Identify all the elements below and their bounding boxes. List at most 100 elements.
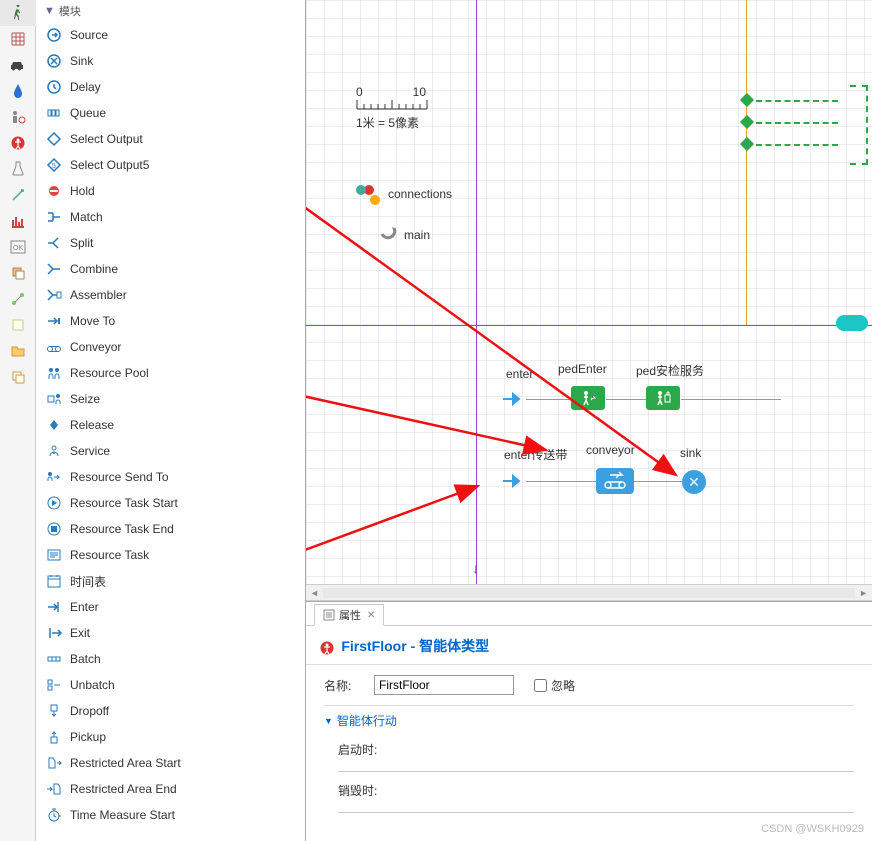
tool-layers-icon[interactable] <box>0 260 36 286</box>
palette-item-sink[interactable]: Sink <box>36 48 305 74</box>
palette-item-service[interactable]: Service <box>36 438 305 464</box>
tool-flask-icon[interactable] <box>0 156 36 182</box>
canvas[interactable]: ↓ 010 1米 = 5像素 connections <box>306 0 872 601</box>
pedsecurity-node[interactable] <box>646 386 680 410</box>
palette-item-hold[interactable]: Hold <box>36 178 305 204</box>
palette-item-enter[interactable]: Enter <box>36 594 305 620</box>
service-icon <box>46 443 62 459</box>
agent-type-icon <box>320 641 334 655</box>
palette-item-label: Time Measure Start <box>70 808 175 822</box>
tool-accessibility-icon[interactable] <box>0 130 36 156</box>
conveyor-node[interactable] <box>596 468 634 494</box>
resource-send-to-icon <box>46 469 62 485</box>
tool-drop-icon[interactable] <box>0 78 36 104</box>
watermark: CSDN @WSKH0929 <box>761 823 864 835</box>
destroy-label: 销毁时: <box>338 782 854 799</box>
conveyor-icon <box>46 339 62 355</box>
palette-item-resource-send-to[interactable]: Resource Send To <box>36 464 305 490</box>
tool-copy-icon[interactable] <box>0 364 36 390</box>
tool-note-icon[interactable] <box>0 312 36 338</box>
tool-connector-icon[interactable] <box>0 286 36 312</box>
section-agent-actions[interactable]: ▼ 智能体行动 <box>324 705 854 735</box>
startup-label: 启动时: <box>338 741 854 758</box>
pedenter-label: pedEnter <box>558 362 607 376</box>
palette-item-combine[interactable]: Combine <box>36 256 305 282</box>
palette-item-assembler[interactable]: Assembler <box>36 282 305 308</box>
palette-item-delay[interactable]: Delay <box>36 74 305 100</box>
palette-item-dropoff[interactable]: Dropoff <box>36 698 305 724</box>
marker-diamond <box>740 137 754 151</box>
palette-item-label: Resource Pool <box>70 366 149 380</box>
pedenter-node[interactable] <box>571 386 605 410</box>
ignore-checkbox[interactable] <box>534 679 547 692</box>
palette-item-release[interactable]: Release <box>36 412 305 438</box>
palette-item-select-output[interactable]: Select Output <box>36 126 305 152</box>
palette-item-time-measure-start[interactable]: Time Measure Start <box>36 802 305 828</box>
tab-properties[interactable]: 属性 ✕ <box>314 604 384 626</box>
palette-item-pickup[interactable]: Pickup <box>36 724 305 750</box>
palette-item-label: Enter <box>70 600 99 614</box>
tool-vector-icon[interactable] <box>0 182 36 208</box>
scroll-left-icon[interactable]: ◄ <box>306 588 323 598</box>
sink-node[interactable]: ✕ <box>682 470 706 494</box>
tool-walk-icon[interactable] <box>0 0 36 26</box>
palette-panel: ▼ 模块 SourceSink Delay QueueSelect Output5S… <box>36 0 306 841</box>
palette-item-select-output5[interactable]: 5Select Output5 <box>36 152 305 178</box>
palette-item-seize[interactable]: Seize <box>36 386 305 412</box>
scale-ruler: 010 1米 = 5像素 <box>356 85 430 131</box>
select-output-icon <box>46 131 62 147</box>
horizontal-scrollbar[interactable]: ◄ ► <box>306 584 872 600</box>
ignore-checkbox-label[interactable]: 忽略 <box>534 677 575 694</box>
tool-car-icon[interactable] <box>0 52 36 78</box>
assembler-icon <box>46 287 62 303</box>
palette-group-header[interactable]: ▼ 模块 <box>36 0 305 22</box>
annotation-arrow <box>306 480 486 601</box>
enter-icon <box>46 599 62 615</box>
startup-input[interactable] <box>338 764 854 772</box>
tool-chart-icon[interactable] <box>0 208 36 234</box>
palette-item-label: Conveyor <box>70 340 121 354</box>
palette-group-label: 模块 <box>59 3 81 19</box>
tool-folder-icon[interactable] <box>0 338 36 364</box>
palette-item-source[interactable]: Source <box>36 22 305 48</box>
palette-item-queue[interactable]: Queue <box>36 100 305 126</box>
main-node[interactable] <box>378 226 398 247</box>
exit-icon <box>46 625 62 641</box>
palette-item-restricted-area-end[interactable]: Restricted Area End <box>36 776 305 802</box>
enterconveyor-node[interactable] <box>501 472 525 493</box>
properties-title-bar: FirstFloor - 智能体类型 <box>306 626 872 665</box>
palette-item-conveyor[interactable]: Conveyor <box>36 334 305 360</box>
hold-icon <box>46 183 62 199</box>
palette-item-schedule[interactable]: 时间表 <box>36 568 305 594</box>
palette-item-resource-task[interactable]: Resource Task <box>36 542 305 568</box>
palette-item-batch[interactable]: Batch <box>36 646 305 672</box>
palette-item-resource-pool[interactable]: Resource Pool <box>36 360 305 386</box>
palette-item-label: Match <box>70 210 103 224</box>
tool-grid-icon[interactable] <box>0 26 36 52</box>
palette-item-match[interactable]: Match <box>36 204 305 230</box>
palette-item-label: Unbatch <box>70 678 115 692</box>
palette-item-split[interactable]: Split <box>36 230 305 256</box>
sink-icon <box>46 53 62 69</box>
close-icon[interactable]: ✕ <box>367 610 375 621</box>
marker-diamond <box>740 93 754 107</box>
palette-item-restricted-area-start[interactable]: Restricted Area Start <box>36 750 305 776</box>
palette-item-label: Delay <box>70 80 101 94</box>
properties-tab-icon <box>323 609 335 621</box>
palette-item-label: Resource Send To <box>70 470 169 484</box>
palette-item-label: 时间表 <box>70 573 106 590</box>
name-input[interactable] <box>374 675 514 695</box>
scroll-right-icon[interactable]: ► <box>855 588 872 598</box>
tool-ok-box-icon[interactable]: OK <box>0 234 36 260</box>
palette-item-exit[interactable]: Exit <box>36 620 305 646</box>
palette-item-label: Resource Task End <box>70 522 174 536</box>
schedule-icon <box>46 573 62 589</box>
tool-person-cog-icon[interactable] <box>0 104 36 130</box>
palette-item-unbatch[interactable]: Unbatch <box>36 672 305 698</box>
restricted-area-end-icon <box>46 781 62 797</box>
destroy-input[interactable] <box>338 805 854 813</box>
palette-item-resource-task-start[interactable]: Resource Task Start <box>36 490 305 516</box>
palette-item-resource-task-end[interactable]: Resource Task End <box>36 516 305 542</box>
palette-item-move-to[interactable]: Move To <box>36 308 305 334</box>
enter-node[interactable] <box>501 390 525 411</box>
